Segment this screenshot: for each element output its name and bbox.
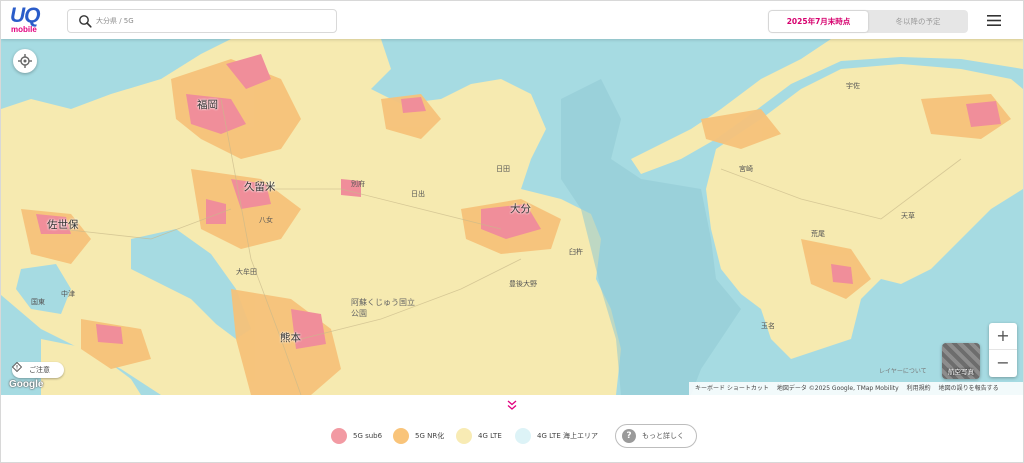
map-label-small: 八女: [259, 216, 273, 224]
legend-dot-orange: [393, 428, 409, 444]
logo-subtext: mobile: [11, 25, 37, 34]
legend-5g-nr: 5G NR化: [393, 428, 445, 444]
legend-area: 5G sub6 5G NR化 4G LTE 4G LTE 海上エリア ? もっと…: [1, 395, 1023, 462]
map-label-small: 中津: [61, 290, 75, 298]
uq-mobile-logo[interactable]: UQ mobile: [10, 4, 44, 34]
more-details-label: もっと詳しく: [642, 432, 684, 440]
aerial-label: 航空写真: [948, 368, 974, 376]
keyboard-shortcuts-link[interactable]: キーボード ショートカット: [695, 385, 769, 392]
legend-label: 4G LTE: [478, 432, 502, 440]
search-input[interactable]: [96, 13, 326, 29]
map-label-small: 豊後大野: [509, 280, 537, 288]
header: UQ mobile 2025年7月末時点 冬以降の予定: [1, 1, 1023, 39]
map-label-small: 天草: [901, 212, 915, 220]
app-frame: UQ mobile 2025年7月末時点 冬以降の予定: [0, 0, 1024, 463]
map-label-small: 玉名: [761, 322, 775, 330]
caution-button[interactable]: ご注意: [12, 362, 64, 378]
caution-label: ご注意: [29, 366, 50, 374]
question-icon: ?: [622, 429, 636, 443]
aerial-photo-button[interactable]: 航空写真: [942, 343, 980, 379]
more-details-button[interactable]: ? もっと詳しく: [615, 424, 697, 448]
map-label-small: 日出: [411, 190, 425, 198]
warning-diamond-icon: [12, 362, 22, 372]
map-label-small: 宮崎: [739, 165, 753, 173]
hamburger-menu-icon[interactable]: [987, 15, 1001, 26]
map-label-fukuoka: 福岡: [197, 99, 218, 111]
map-label-small: 荒尾: [811, 230, 825, 238]
layer-note[interactable]: レイヤーについて: [879, 366, 927, 375]
map-label-oita: 大分: [510, 203, 531, 215]
zoom-out-button[interactable]: −: [989, 350, 1017, 377]
search-box[interactable]: [67, 9, 337, 33]
google-logo: Google: [9, 379, 44, 390]
map-label-small: 別府: [351, 180, 365, 188]
legend-label: 4G LTE 海上エリア: [537, 432, 598, 440]
map-label-small: 宇佐: [846, 82, 860, 90]
tab-future[interactable]: 冬以降の予定: [868, 10, 968, 33]
legend-label: 5G NR化: [415, 432, 445, 440]
my-location-button[interactable]: [13, 49, 37, 73]
map-canvas: [1, 39, 1023, 395]
map-label-kurume: 久留米: [244, 181, 276, 193]
map-label-sasebo: 佐世保: [47, 219, 79, 231]
legend-4g-lte-sea: 4G LTE 海上エリア: [515, 428, 598, 444]
map-attribution: キーボード ショートカット 地図データ ©2025 Google, TMap M…: [689, 382, 1023, 395]
map-label-small: 日田: [496, 165, 510, 173]
search-icon: [79, 15, 92, 28]
map-label-small: 大牟田: [236, 268, 257, 276]
map-label-small: 臼杵: [569, 248, 583, 256]
legend-label: 5G sub6: [353, 432, 383, 440]
legend-4g-lte: 4G LTE: [456, 428, 502, 444]
terms-link[interactable]: 利用規約: [907, 385, 931, 392]
legend-5g-sub6: 5G sub6: [331, 428, 383, 444]
period-toggle: 2025年7月末時点 冬以降の予定: [768, 10, 968, 33]
legend-dot-lightblue: [515, 428, 531, 444]
tab-current[interactable]: 2025年7月末時点: [769, 11, 868, 32]
zoom-in-button[interactable]: +: [989, 323, 1017, 350]
double-chevron-down-icon[interactable]: [506, 399, 518, 411]
crosshair-icon: [18, 54, 32, 68]
report-error-link[interactable]: 地図の誤りを報告する: [939, 385, 999, 392]
zoom-controls: + −: [989, 323, 1017, 377]
map-label-small: 国東: [31, 298, 45, 306]
map-label-kumamoto: 熊本: [280, 332, 301, 344]
coverage-map[interactable]: 福岡 久留米 大分 熊本 佐世保 阿蘇くじゅう国立公園 日田 日出 豊後大野 臼…: [1, 39, 1023, 395]
map-label-aso-park: 阿蘇くじゅう国立公園: [351, 298, 415, 318]
legend-dot-pink: [331, 428, 347, 444]
legend-dot-yellow: [456, 428, 472, 444]
map-data-text: 地図データ ©2025 Google, TMap Mobility: [776, 385, 899, 392]
